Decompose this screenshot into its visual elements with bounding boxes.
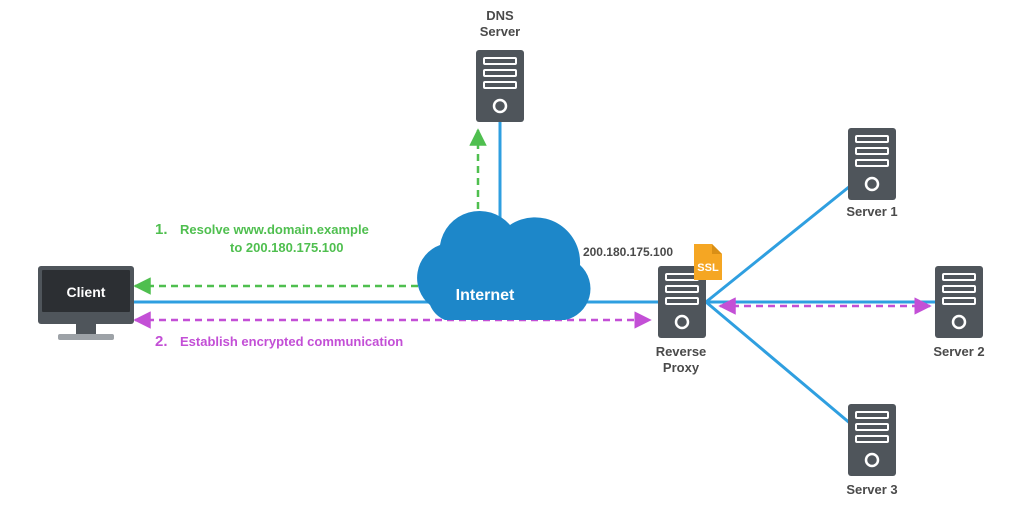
- step2-num: 2.: [155, 333, 168, 350]
- step2-caption: 2. Establish encrypted communication: [155, 333, 403, 350]
- ssl-text: SSL: [697, 262, 719, 274]
- step1-text-l1: Resolve www.domain.example: [180, 222, 369, 237]
- dns-server: [476, 50, 524, 122]
- proxy-label-l1: Reverse: [656, 344, 707, 359]
- server3-label: Server 3: [846, 482, 897, 497]
- proxy-label-l2: Proxy: [663, 360, 700, 375]
- client-label: Client: [67, 284, 106, 300]
- dns-label-l2: Server: [480, 24, 520, 39]
- internet-label: Internet: [456, 287, 515, 304]
- internet-cloud: Internet: [417, 211, 590, 320]
- step1-caption: 1. Resolve www.domain.example to 200.180…: [155, 221, 369, 255]
- client-node: Client: [38, 266, 134, 340]
- step1-text-l2: to 200.180.175.100: [230, 240, 343, 255]
- server-2: [935, 266, 983, 338]
- proxy-ip: 200.180.175.100: [583, 245, 673, 259]
- server-1: [848, 128, 896, 200]
- dns-label-l1: DNS: [486, 8, 514, 23]
- server1-label: Server 1: [846, 204, 897, 219]
- step1-num: 1.: [155, 221, 168, 238]
- ssl-badge: SSL: [694, 244, 722, 280]
- step2-text: Establish encrypted communication: [180, 334, 403, 349]
- server-3: [848, 404, 896, 476]
- server2-label: Server 2: [933, 344, 984, 359]
